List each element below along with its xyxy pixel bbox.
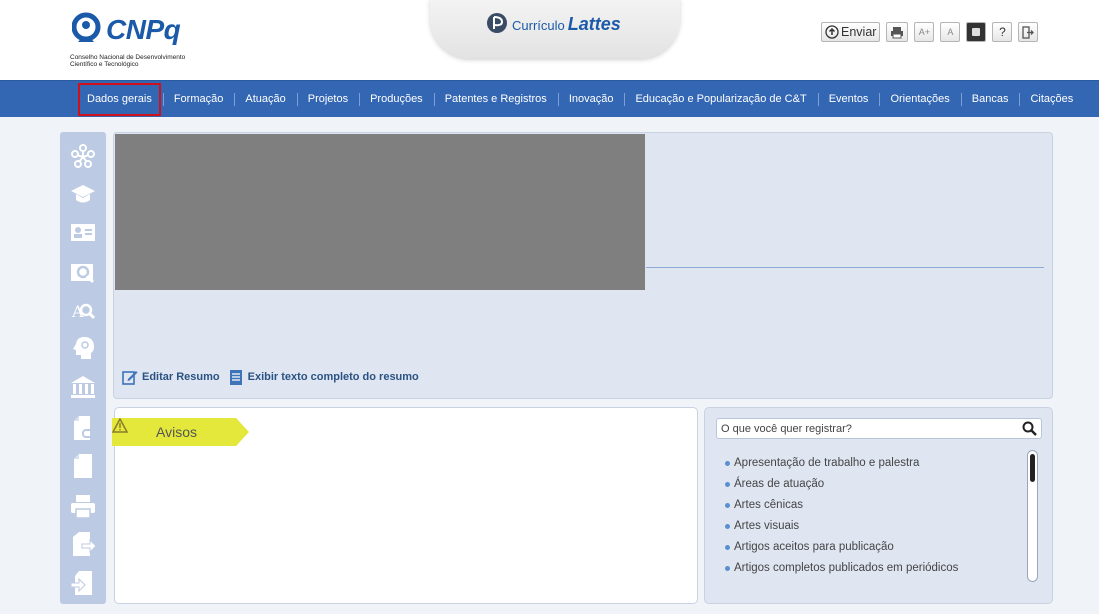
resumo-actions: Editar Resumo Exibir texto completo do r…	[122, 369, 419, 385]
print-button[interactable]	[886, 22, 909, 42]
nav-item-citacoes[interactable]: Citações	[1019, 81, 1084, 118]
left-sidebar: A	[60, 132, 106, 604]
edit-resumo-button[interactable]: Editar Resumo	[122, 369, 220, 385]
export-icon[interactable]	[69, 530, 97, 558]
logout-button[interactable]	[1018, 22, 1039, 42]
avisos-tag: Avisos	[112, 418, 250, 446]
nav-item-bancas[interactable]: Bancas	[960, 81, 1020, 118]
search-text-icon[interactable]: A	[69, 296, 97, 324]
id-card-icon[interactable]	[69, 218, 97, 246]
register-list-item[interactable]: Artes visuais	[725, 516, 958, 537]
network-icon[interactable]	[69, 142, 97, 170]
nav-item-eventos[interactable]: Eventos	[817, 81, 880, 118]
upload-icon	[825, 25, 839, 39]
enviar-label: Enviar	[841, 25, 877, 39]
enviar-button[interactable]: Enviar	[821, 22, 881, 42]
nav-item-producoes[interactable]: Produções	[359, 81, 434, 118]
register-search-input[interactable]	[717, 419, 1017, 438]
contrast-icon	[972, 28, 981, 36]
logo-subtitle: Conselho Nacional de Desenvolvimento Cie…	[70, 54, 186, 68]
help-button[interactable]: ?	[992, 22, 1013, 42]
print-icon[interactable]	[69, 492, 97, 520]
register-list-item[interactable]: Artes cênicas	[725, 495, 958, 516]
avisos-label: Avisos	[156, 424, 197, 440]
register-scrollbar[interactable]	[1027, 450, 1038, 582]
full-resumo-label: Exibir texto completo do resumo	[247, 371, 419, 383]
nav-item-atuacao[interactable]: Atuação	[234, 81, 296, 118]
cnpq-logo-icon	[72, 12, 101, 42]
warning-icon	[112, 418, 128, 433]
lattes-title-tab: Currículo Lattes	[430, 0, 680, 58]
register-panel: Apresentação de trabalho e palestraÁreas…	[704, 407, 1053, 604]
edit-icon	[122, 371, 138, 385]
institution-icon[interactable]	[69, 373, 97, 401]
lattes-icon	[487, 13, 507, 33]
edit-resumo-label: Editar Resumo	[142, 371, 220, 383]
full-resumo-button[interactable]: Exibir texto completo do resumo	[228, 369, 419, 385]
register-list-item[interactable]: Apresentação de trabalho e palestra	[725, 453, 958, 474]
app-title-main: Lattes	[567, 14, 621, 34]
search-profile-icon[interactable]	[69, 258, 97, 286]
document-text-icon	[229, 370, 242, 385]
printer-icon	[891, 26, 904, 38]
import-icon[interactable]	[69, 569, 97, 597]
nav-item-inovacao[interactable]: Inovação	[557, 81, 625, 118]
register-list-item[interactable]: Áreas de atuação	[725, 474, 958, 495]
app-title: Currículo Lattes	[512, 14, 621, 35]
register-list-item[interactable]: Artigos aceitos para publicação	[725, 537, 958, 558]
graduation-icon[interactable]	[69, 180, 97, 208]
header: CNPq Conselho Nacional de Desenvolviment…	[0, 0, 1099, 80]
contrast-button[interactable]	[966, 22, 987, 42]
exit-icon	[1022, 25, 1035, 39]
app-title-prefix: Currículo	[512, 18, 565, 33]
scrollbar-thumb[interactable]	[1030, 454, 1035, 482]
nav-item-dados-gerais[interactable]: Dados gerais	[76, 81, 163, 118]
nav-item-patentes-e-registros[interactable]: Patentes e Registros	[433, 81, 558, 118]
nav-item-projetos[interactable]: Projetos	[296, 81, 359, 118]
main-nav: Dados gerais Formação Atuação Projetos Produ…	[0, 80, 1099, 117]
nav-items: Dados gerais Formação Atuação Projetos Produ…	[76, 81, 1084, 118]
profile-panel: Editar Resumo Exibir texto completo do r…	[113, 132, 1053, 399]
name-divider	[646, 267, 1044, 268]
document-icon[interactable]	[69, 452, 97, 480]
nav-item-educacao-e-popularizacao-de-c-t[interactable]: Educação e Popularização de C&T	[624, 81, 817, 118]
profile-photo	[115, 134, 645, 290]
cnpq-logo[interactable]: CNPq Conselho Nacional de Desenvolviment…	[68, 12, 198, 72]
font-increase-button[interactable]: A+	[914, 22, 935, 42]
nav-item-orientacoes[interactable]: Orientações	[879, 81, 960, 118]
document-link-icon[interactable]	[69, 414, 97, 442]
head-icon[interactable]	[69, 334, 97, 362]
font-normal-button[interactable]: A	[940, 22, 961, 42]
logo-text: CNPq	[106, 14, 181, 45]
register-search	[716, 418, 1042, 439]
nav-item-formacao[interactable]: Formação	[162, 81, 235, 118]
register-list-item[interactable]: Artigos completos publicados em periódic…	[725, 558, 958, 579]
search-icon[interactable]	[1022, 421, 1037, 436]
avisos-panel: Avisos	[112, 407, 698, 604]
toolbar: Enviar A+ A ?	[821, 21, 1039, 43]
register-list: Apresentação de trabalho e palestra Áreas…	[725, 453, 958, 579]
